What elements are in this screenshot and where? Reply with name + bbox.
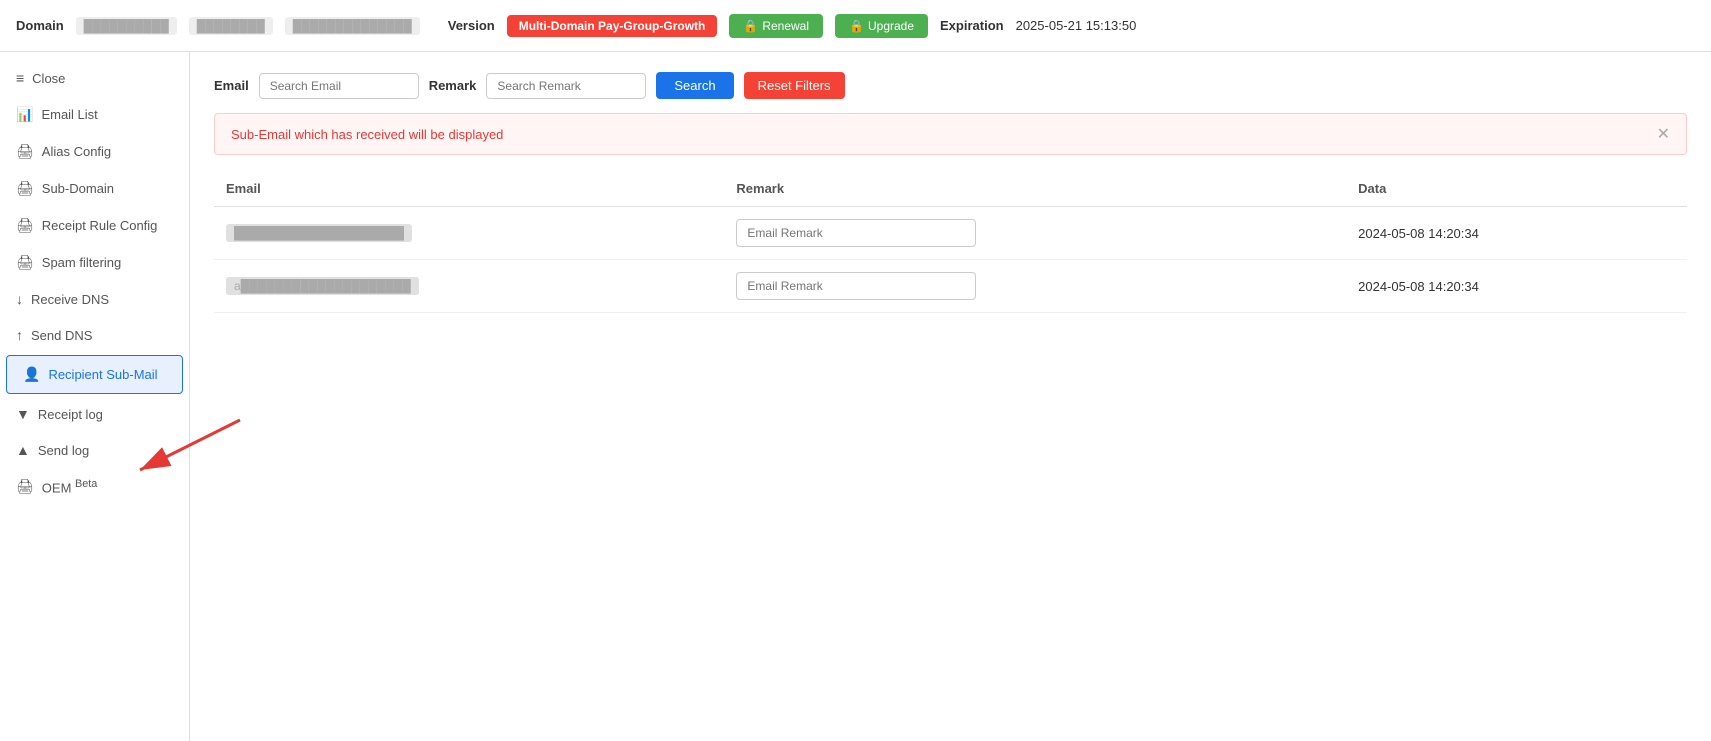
- subdomain-icon: 🖨: [16, 180, 34, 197]
- sidebar-item-label: Send DNS: [31, 328, 92, 343]
- table-row: a████████████████████ 2024-05-08 14:20:3…: [214, 260, 1687, 313]
- expiration-value: 2025-05-21 15:13:50: [1016, 18, 1137, 33]
- sidebar-item-sub-domain[interactable]: 🖨 Sub-Domain: [0, 170, 189, 207]
- col-header-email: Email: [214, 171, 724, 207]
- version-label: Version: [448, 18, 495, 33]
- sidebar-item-send-log[interactable]: ▲ Send log: [0, 432, 189, 468]
- upgrade-button[interactable]: 🔒 Upgrade: [835, 14, 928, 38]
- sidebar-item-receive-dns[interactable]: ↓ Receive DNS: [0, 281, 189, 317]
- sidebar-item-receipt-rule[interactable]: 🖨 Receipt Rule Config: [0, 207, 189, 244]
- sidebar-item-label: Recipient Sub-Mail: [48, 367, 157, 382]
- receive-dns-icon: ↓: [16, 291, 23, 307]
- renewal-button[interactable]: 🔒 Renewal: [729, 14, 823, 38]
- remark-input-2[interactable]: [736, 272, 976, 300]
- spam-icon: 🖨: [16, 254, 34, 271]
- domain-value-2: ████████: [189, 17, 273, 35]
- email-search-input[interactable]: [259, 73, 419, 99]
- alert-bar: Sub-Email which has received will be dis…: [214, 113, 1687, 155]
- version-badge: Multi-Domain Pay-Group-Growth: [507, 15, 718, 37]
- sidebar-item-label: OEM Beta: [42, 478, 98, 495]
- sidebar-item-receipt-log[interactable]: ▼ Receipt log: [0, 396, 189, 432]
- sidebar-item-label: Receipt Rule Config: [42, 218, 158, 233]
- filter-bar: Email Remark Search Reset Filters: [214, 72, 1687, 99]
- email-table: Email Remark Data ████████████████████ 2…: [214, 171, 1687, 313]
- content-area: Email Remark Search Reset Filters Sub-Em…: [190, 52, 1711, 741]
- alert-message: Sub-Email which has received will be dis…: [231, 127, 503, 142]
- remark-cell-2[interactable]: [724, 260, 1346, 313]
- date-cell-1: 2024-05-08 14:20:34: [1346, 207, 1687, 260]
- table-row: ████████████████████ 2024-05-08 14:20:34: [214, 207, 1687, 260]
- email-filter-label: Email: [214, 78, 249, 93]
- lock-icon: 🔒: [743, 19, 758, 33]
- sidebar-item-oem[interactable]: 🖨 OEM Beta: [0, 468, 189, 505]
- domain-value-1: ██████████: [76, 17, 177, 35]
- alert-close-button[interactable]: ✕: [1657, 124, 1670, 144]
- user-icon: 👤: [23, 366, 40, 383]
- chart-icon: 📊: [16, 106, 33, 123]
- send-dns-icon: ↑: [16, 327, 23, 343]
- remark-filter-label: Remark: [429, 78, 477, 93]
- expiration-label: Expiration: [940, 18, 1004, 33]
- sidebar-item-send-dns[interactable]: ↑ Send DNS: [0, 317, 189, 353]
- sidebar-item-spam[interactable]: 🖨 Spam filtering: [0, 244, 189, 281]
- reset-filters-button[interactable]: Reset Filters: [744, 72, 845, 99]
- oem-icon: 🖨: [16, 478, 34, 495]
- date-cell-2: 2024-05-08 14:20:34: [1346, 260, 1687, 313]
- email-value-1: ████████████████████: [226, 224, 412, 242]
- remark-input-1[interactable]: [736, 219, 976, 247]
- email-cell-2: a████████████████████: [214, 260, 724, 313]
- main-layout: ≡ Close 📊 Email List 🖨 Alias Config 🖨 Su…: [0, 52, 1711, 741]
- search-button[interactable]: Search: [656, 72, 733, 99]
- sidebar-item-label: Sub-Domain: [42, 181, 114, 196]
- send-log-icon: ▲: [16, 442, 30, 458]
- top-header: Domain ██████████ ████████ █████████████…: [0, 0, 1711, 52]
- sidebar-item-label: Receipt log: [38, 407, 103, 422]
- sidebar-item-email-list[interactable]: 📊 Email List: [0, 96, 189, 133]
- sidebar-item-label: Alias Config: [42, 144, 111, 159]
- alias-icon: 🖨: [16, 143, 34, 160]
- sidebar-item-label: Email List: [41, 107, 97, 122]
- sidebar-item-alias-config[interactable]: 🖨 Alias Config: [0, 133, 189, 170]
- sidebar: ≡ Close 📊 Email List 🖨 Alias Config 🖨 Su…: [0, 52, 190, 741]
- sidebar-item-label: Receive DNS: [31, 292, 109, 307]
- sidebar-item-close[interactable]: ≡ Close: [0, 60, 189, 96]
- lock-icon-2: 🔒: [849, 19, 864, 33]
- sidebar-item-label: Send log: [38, 443, 89, 458]
- sidebar-item-label: Spam filtering: [42, 255, 121, 270]
- domain-label: Domain: [16, 18, 64, 33]
- sidebar-item-label: Close: [32, 71, 65, 86]
- sidebar-item-recipient-submail[interactable]: 👤 Recipient Sub-Mail: [6, 355, 183, 394]
- remark-cell-1[interactable]: [724, 207, 1346, 260]
- receipt-rule-icon: 🖨: [16, 217, 34, 234]
- remark-search-input[interactable]: [486, 73, 646, 99]
- col-header-remark: Remark: [724, 171, 1346, 207]
- email-value-2: a████████████████████: [226, 277, 419, 295]
- domain-value-3: ██████████████: [285, 17, 420, 35]
- col-header-data: Data: [1346, 171, 1687, 207]
- email-cell-1: ████████████████████: [214, 207, 724, 260]
- menu-icon: ≡: [16, 70, 24, 86]
- receipt-log-icon: ▼: [16, 406, 30, 422]
